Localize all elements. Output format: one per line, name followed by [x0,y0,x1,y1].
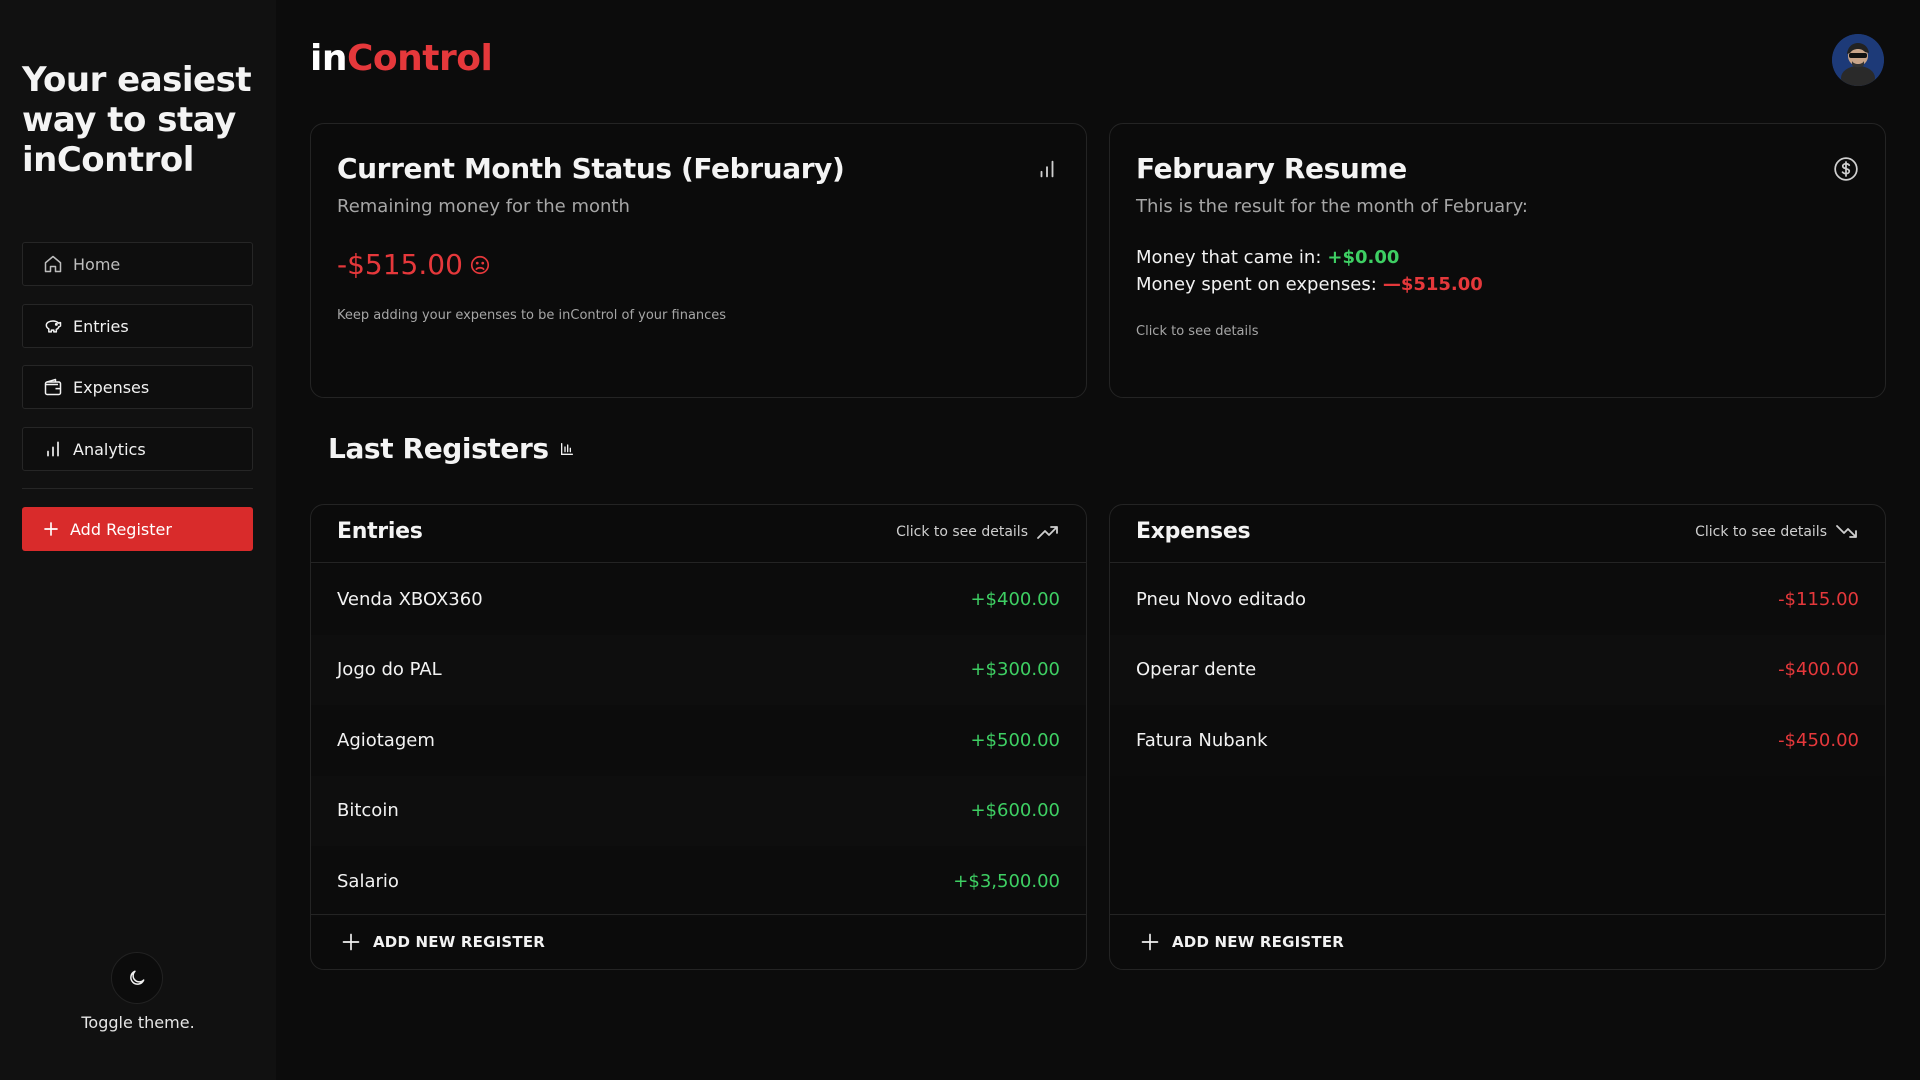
list-item[interactable]: Salario +$3,500.00 [311,846,1086,917]
entry-name: Jogo do PAL [337,659,442,681]
panel-title: Entries [337,519,423,544]
remaining-amount: -$515.00 [337,248,491,281]
add-new-expense-button[interactable]: ADD NEW REGISTER [1110,914,1885,969]
entry-amount: +$600.00 [970,800,1060,822]
entry-name: Venda XBOX360 [337,588,483,610]
entry-amount: +$500.00 [970,729,1060,751]
list-item[interactable]: Venda XBOX360 +$400.00 [311,564,1086,635]
panel-header: Expenses Click to see details [1110,505,1885,563]
card-subtitle: Remaining money for the month [337,196,630,217]
theme-label: Toggle theme. [81,1013,195,1032]
expense-name: Pneu Novo editado [1136,588,1307,610]
remaining-value: -$515.00 [337,248,463,281]
plus-icon [1140,932,1160,952]
trending-down-icon [1835,523,1859,541]
details-link-label: Click to see details [896,524,1028,540]
expense-amount: -$450.00 [1778,729,1859,751]
piggy-bank-icon [43,316,63,336]
add-new-register-label: ADD NEW REGISTER [1172,933,1345,951]
bar-chart-icon [43,439,63,459]
money-spent-line: Money spent on expenses: —$515.00 [1136,274,1483,295]
trending-up-icon [1036,523,1060,541]
add-register-button[interactable]: Add Register [22,507,253,551]
entry-amount: +$400.00 [970,588,1060,610]
entries-details-link[interactable]: Click to see details [896,523,1060,541]
plus-icon [341,932,361,952]
list-item[interactable]: Jogo do PAL +$300.00 [311,634,1086,705]
avatar-image [1832,34,1884,86]
sidebar-item-label: Home [73,254,121,274]
sidebar: Your easiest way to stay inControl Home … [0,0,276,1080]
resume-details-link[interactable]: Click to see details [1136,324,1259,339]
entries-panel: Entries Click to see details Venda XBOX3… [310,504,1087,970]
list-item[interactable]: Pneu Novo editado -$115.00 [1110,564,1885,635]
chart-icon [559,441,575,457]
spent-label: Money spent on expenses: [1136,274,1377,295]
sidebar-item-home[interactable]: Home [22,242,253,286]
expense-amount: -$115.00 [1778,588,1859,610]
sidebar-item-label: Analytics [73,439,146,459]
plus-icon [42,520,60,538]
entry-amount: +$3,500.00 [953,870,1060,892]
came-in-label: Money that came in: [1136,247,1322,268]
sidebar-item-label: Entries [73,316,129,336]
expense-name: Fatura Nubank [1136,729,1268,751]
entry-name: Salario [337,870,399,892]
expense-name: Operar dente [1136,659,1257,681]
home-icon [43,254,63,274]
card-subtitle: This is the result for the month of Febr… [1136,196,1528,217]
sidebar-item-analytics[interactable]: Analytics [22,427,253,471]
entry-name: Bitcoin [337,800,399,822]
add-new-register-label: ADD NEW REGISTER [373,933,546,951]
list-item[interactable]: Operar dente -$400.00 [1110,634,1885,705]
dollar-circle-icon [1833,156,1859,182]
panel-title: Expenses [1136,519,1251,544]
expenses-panel: Expenses Click to see details Pneu Novo … [1109,504,1886,970]
last-registers-heading: Last Registers [328,432,575,465]
brand-in: in [310,38,347,79]
current-month-status-card: Current Month Status (February) Remainin… [310,123,1087,398]
entry-amount: +$300.00 [970,659,1060,681]
add-new-entry-button[interactable]: ADD NEW REGISTER [311,914,1086,969]
sidebar-item-label: Expenses [73,377,150,397]
brand-control: Control [346,38,493,79]
bar-chart-icon [1034,156,1060,182]
february-resume-card: February Resume This is the result for t… [1109,123,1886,398]
brand-logo: inControl [310,38,493,79]
entry-name: Agiotagem [337,729,435,751]
sad-face-icon [469,254,491,276]
list-item[interactable]: Agiotagem +$500.00 [311,705,1086,776]
moon-icon [127,968,147,988]
card-title: February Resume [1136,152,1407,185]
tagline: Your easiest way to stay inControl [22,60,252,180]
entries-list: Venda XBOX360 +$400.00 Jogo do PAL +$300.0… [311,564,1086,917]
came-in-value: +$0.00 [1327,247,1400,268]
sidebar-item-expenses[interactable]: Expenses [22,365,253,409]
list-item[interactable]: Fatura Nubank -$450.00 [1110,705,1885,776]
sidebar-item-entries[interactable]: Entries [22,304,253,348]
panel-header: Entries Click to see details [311,505,1086,563]
card-title: Current Month Status (February) [337,152,845,185]
expenses-list: Pneu Novo editado -$115.00 Operar dente -$… [1110,564,1885,776]
money-came-in-line: Money that came in: +$0.00 [1136,247,1399,268]
expenses-details-link[interactable]: Click to see details [1695,523,1859,541]
wallet-icon [43,377,63,397]
status-hint: Keep adding your expenses to be inContro… [337,308,727,323]
details-link-label: Click to see details [1695,524,1827,540]
nav-divider [22,488,253,489]
avatar[interactable] [1832,34,1884,86]
expense-amount: -$400.00 [1778,659,1859,681]
list-item[interactable]: Bitcoin +$600.00 [311,775,1086,846]
add-register-label: Add Register [70,519,172,539]
theme-toggle-button[interactable] [111,952,163,1004]
section-title-text: Last Registers [328,432,549,465]
spent-value: —$515.00 [1382,274,1483,295]
